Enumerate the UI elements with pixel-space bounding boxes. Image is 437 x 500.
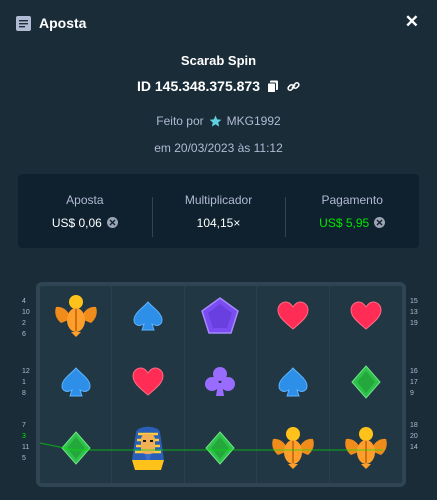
game-name[interactable]: Scarab Spin bbox=[0, 53, 437, 68]
payline-numbers: 15 13 19 bbox=[410, 296, 418, 329]
stat-bet-label: Aposta bbox=[66, 192, 104, 207]
slot-cell bbox=[40, 351, 113, 418]
slot-cell bbox=[112, 286, 185, 352]
heart-red-icon bbox=[131, 365, 165, 404]
receipt-icon bbox=[16, 15, 31, 31]
stat-payout: Pagamento US$ 5,95 bbox=[285, 192, 419, 237]
bet-date: em 20/03/2023 às 11:12 bbox=[154, 141, 283, 155]
link-icon[interactable] bbox=[286, 79, 300, 93]
currency-icon bbox=[374, 217, 386, 228]
payline-number: 9 bbox=[410, 390, 414, 397]
payline-number: 20 bbox=[410, 433, 418, 440]
payline-number: 7 bbox=[22, 422, 26, 429]
payline-numbers: 4 10 2 6 bbox=[22, 296, 30, 340]
payline-number: 4 bbox=[22, 298, 26, 305]
slot-cell bbox=[330, 352, 402, 418]
slot-cell bbox=[185, 417, 258, 483]
diamond-green-icon bbox=[61, 430, 91, 470]
stats-panel: Aposta US$ 0,06 Multiplicador 104,15× Pa… bbox=[18, 174, 419, 248]
payline-number: 6 bbox=[22, 331, 26, 338]
payline-numbers: 12 1 8 bbox=[22, 366, 30, 399]
scarab-icon bbox=[53, 293, 99, 344]
stat-payout-label: Pagamento bbox=[321, 192, 383, 207]
payline-numbers: 7 3 11 5 bbox=[22, 420, 29, 464]
modal-header: Aposta ✕ bbox=[0, 0, 437, 46]
slot-cell bbox=[40, 417, 113, 483]
close-icon[interactable]: ✕ bbox=[405, 13, 419, 30]
payline-number: 18 bbox=[410, 422, 418, 429]
spade-blue-icon bbox=[131, 299, 165, 338]
slot-cell bbox=[40, 286, 113, 352]
scarab-icon bbox=[343, 425, 389, 476]
payline-number: 14 bbox=[410, 444, 418, 451]
slot-cell bbox=[185, 286, 258, 352]
pentagon-purple-icon bbox=[200, 296, 240, 341]
slot-board bbox=[36, 282, 406, 487]
author-name[interactable]: MKG1992 bbox=[227, 114, 281, 128]
vip-star-icon bbox=[209, 115, 222, 128]
payline-number: 12 bbox=[22, 368, 30, 375]
modal-title: Aposta bbox=[39, 15, 87, 31]
slot-cell bbox=[257, 351, 330, 418]
slot-cell bbox=[257, 286, 330, 352]
payline-number: 3 bbox=[22, 433, 26, 440]
made-by-label: Feito por bbox=[156, 114, 204, 128]
diamond-green-icon bbox=[351, 365, 381, 404]
payline-numbers: 18 20 14 bbox=[410, 420, 418, 453]
heart-red-icon bbox=[276, 299, 310, 338]
slot-cell bbox=[185, 351, 258, 418]
payline-numbers: 16 17 9 bbox=[410, 366, 418, 399]
payline-number: 2 bbox=[22, 320, 26, 327]
stat-bet-value: US$ 0,06 bbox=[51, 215, 102, 230]
scarab-icon bbox=[270, 425, 316, 476]
slot-cell bbox=[257, 417, 330, 483]
slot-cell bbox=[330, 286, 402, 352]
stat-bet: Aposta US$ 0,06 bbox=[18, 193, 152, 230]
spade-blue-icon bbox=[59, 365, 93, 404]
made-by: Feito por MKG1992 bbox=[0, 114, 437, 128]
payline-number: 5 bbox=[22, 455, 26, 462]
bet-id: ID 145.348.375.873 bbox=[137, 78, 260, 94]
stat-multiplier-label: Multiplicador bbox=[184, 192, 253, 207]
payline-number: 16 bbox=[410, 368, 418, 375]
slot-cell bbox=[112, 351, 185, 418]
slot-cell bbox=[330, 417, 402, 483]
stat-multiplier: Multiplicador 104,15× bbox=[151, 192, 286, 237]
copy-icon[interactable] bbox=[266, 79, 280, 93]
heart-red-icon bbox=[349, 299, 383, 338]
payline-number: 13 bbox=[410, 309, 418, 316]
stat-payout-value: US$ 5,95 bbox=[319, 215, 370, 230]
currency-icon bbox=[106, 217, 118, 228]
bet-id-row: ID 145.348.375.873 bbox=[0, 78, 437, 94]
spade-blue-icon bbox=[276, 365, 310, 404]
payline-number: 17 bbox=[410, 379, 418, 386]
diamond-green-icon bbox=[205, 430, 236, 470]
pharaoh-icon bbox=[128, 422, 168, 479]
payline-number: 19 bbox=[410, 320, 418, 327]
payline-number: 10 bbox=[22, 309, 30, 316]
payline-number: 1 bbox=[22, 379, 26, 386]
club-purple-icon bbox=[203, 365, 237, 404]
payline-number: 8 bbox=[22, 390, 26, 397]
payline-number: 11 bbox=[22, 444, 30, 451]
slot-board-area: 4 10 2 6 12 1 8 7 3 11 5 15 13 19 16 17 9 18 20 14 bbox=[0, 282, 437, 500]
stat-multiplier-value: 104,15× bbox=[196, 215, 241, 230]
slot-cell bbox=[112, 417, 185, 483]
payline-number: 15 bbox=[410, 298, 418, 305]
